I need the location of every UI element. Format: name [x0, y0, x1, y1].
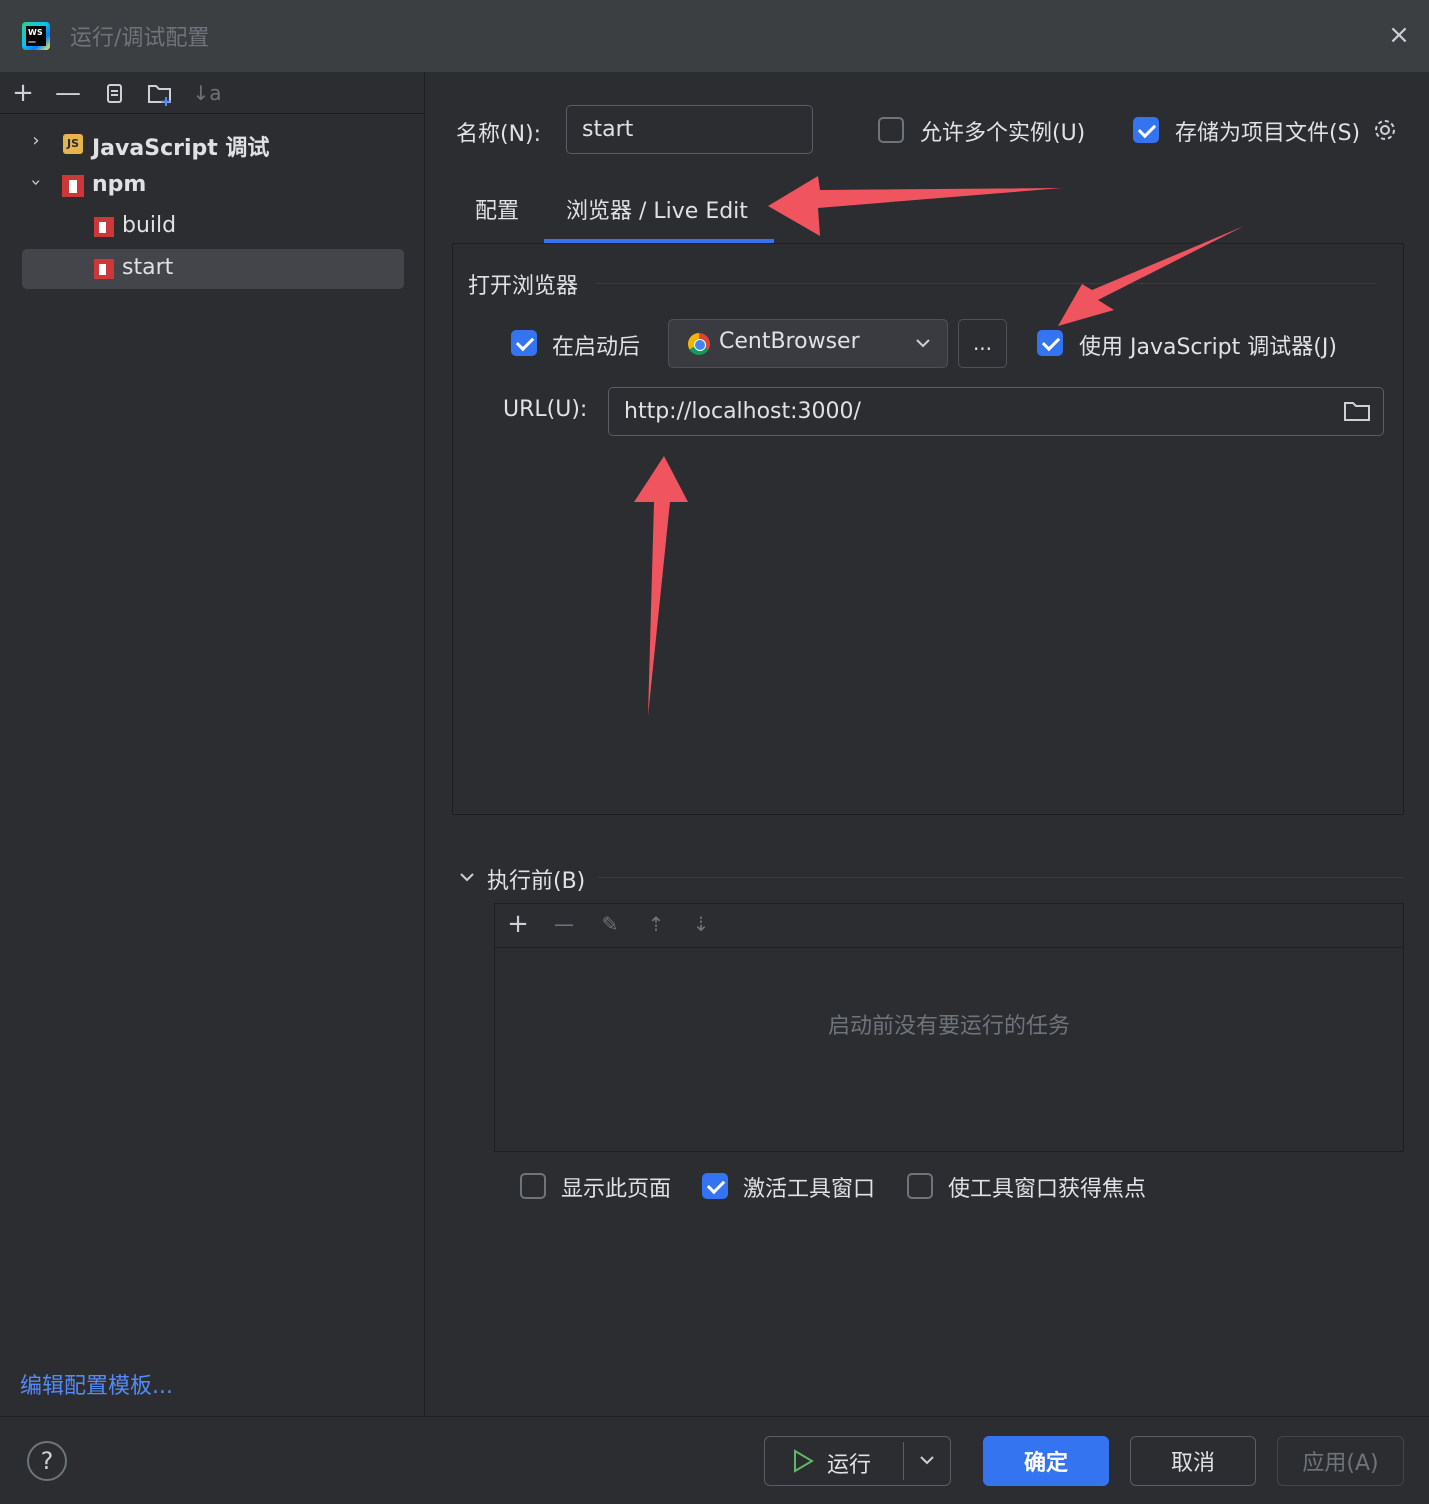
after-launch-checkbox[interactable]: [511, 330, 537, 356]
open-browser-group-title: 打开浏览器: [468, 274, 579, 299]
remove-icon[interactable]: —: [53, 78, 83, 108]
new-folder-icon[interactable]: [145, 78, 175, 108]
run-split-divider: [903, 1442, 904, 1480]
edit-task-icon[interactable]: ✎: [595, 909, 625, 939]
name-input[interactable]: start: [566, 105, 813, 154]
url-input[interactable]: http://localhost:3000/: [608, 387, 1384, 436]
chrome-browser-icon: [688, 333, 710, 355]
run-button-label: 运行: [827, 1453, 872, 1478]
focus-tool-window-checkbox[interactable]: [907, 1173, 933, 1199]
store-as-file-checkbox[interactable]: [1133, 117, 1159, 143]
chevron-down-icon[interactable]: [913, 335, 933, 355]
tree-item-label: start: [122, 255, 174, 280]
tree-item-label: JavaScript 调试: [92, 136, 270, 161]
activate-tool-window-label: 激活工具窗口: [743, 1177, 876, 1202]
chevron-down-icon[interactable]: [917, 1452, 937, 1472]
group-divider: [596, 283, 1376, 284]
arrow-to-tab-icon: [768, 176, 1062, 236]
chevron-down-icon[interactable]: ›: [26, 173, 47, 193]
tree-item-npm[interactable]: › npm: [22, 166, 404, 206]
tree-item-label: npm: [92, 172, 147, 197]
before-launch-toolbar: + — ✎ ⇡ ⇣: [495, 904, 1403, 948]
add-task-icon[interactable]: +: [503, 909, 533, 939]
allow-multiple-label: 允许多个实例(U): [920, 121, 1086, 146]
javascript-icon: JS: [63, 134, 83, 154]
npm-config-icon: [94, 259, 114, 279]
allow-multiple-checkbox[interactable]: [878, 117, 904, 143]
tree-toolbar: + — ↓a: [0, 72, 425, 114]
tree-item-build[interactable]: build: [22, 207, 404, 247]
add-icon[interactable]: +: [8, 78, 38, 108]
tree-item-label: build: [122, 213, 177, 238]
help-icon[interactable]: ?: [27, 1441, 67, 1481]
chevron-down-icon[interactable]: [457, 868, 477, 890]
use-js-debugger-label: 使用 JavaScript 调试器(J): [1079, 335, 1337, 360]
npm-config-icon: [94, 217, 114, 237]
show-page-label: 显示此页面: [561, 1177, 672, 1202]
name-label: 名称(N):: [456, 122, 542, 147]
activate-tool-window-checkbox[interactable]: [702, 1173, 728, 1199]
folder-icon[interactable]: [1343, 399, 1371, 427]
window-title: 运行/调试配置: [70, 26, 210, 51]
tree-item-start[interactable]: start: [22, 249, 404, 289]
remove-task-icon[interactable]: —: [549, 909, 579, 939]
cancel-button[interactable]: 取消: [1130, 1436, 1256, 1486]
npm-icon: [62, 175, 84, 197]
show-page-checkbox[interactable]: [520, 1173, 546, 1199]
after-launch-label: 在启动后: [552, 335, 641, 360]
empty-task-message: 启动前没有要运行的任务: [827, 1014, 1070, 1039]
browser-select-value: CentBrowser: [719, 329, 860, 354]
store-as-file-label: 存储为项目文件(S): [1175, 121, 1361, 146]
chevron-right-icon[interactable]: ›: [26, 130, 46, 151]
move-up-icon[interactable]: ⇡: [641, 909, 671, 939]
ok-button[interactable]: 确定: [983, 1436, 1109, 1486]
before-launch-title[interactable]: 执行前(B): [487, 863, 585, 895]
move-down-icon[interactable]: ⇣: [686, 909, 716, 939]
title-bar: [0, 0, 1429, 72]
tab-browser-live-edit[interactable]: 浏览器 / Live Edit: [566, 193, 748, 225]
play-icon: [792, 1449, 814, 1477]
close-icon[interactable]: ×: [1384, 20, 1414, 50]
webstorm-logo-icon: WS —: [22, 22, 50, 50]
copy-icon[interactable]: [100, 78, 130, 108]
apply-button[interactable]: 应用(A): [1277, 1436, 1404, 1486]
gear-icon[interactable]: [1372, 117, 1398, 147]
url-label: URL(U):: [503, 397, 588, 422]
tree-item-javascript-debug[interactable]: › JS JavaScript 调试: [22, 124, 404, 164]
edit-templates-link[interactable]: 编辑配置模板...: [20, 1368, 173, 1400]
tab-config[interactable]: 配置: [475, 193, 519, 225]
focus-tool-window-label: 使工具窗口获得焦点: [948, 1177, 1147, 1202]
section-divider: [598, 877, 1404, 878]
browse-browser-button[interactable]: ...: [958, 319, 1007, 368]
use-js-debugger-checkbox[interactable]: [1037, 330, 1063, 356]
sort-icon[interactable]: ↓a: [192, 78, 222, 108]
